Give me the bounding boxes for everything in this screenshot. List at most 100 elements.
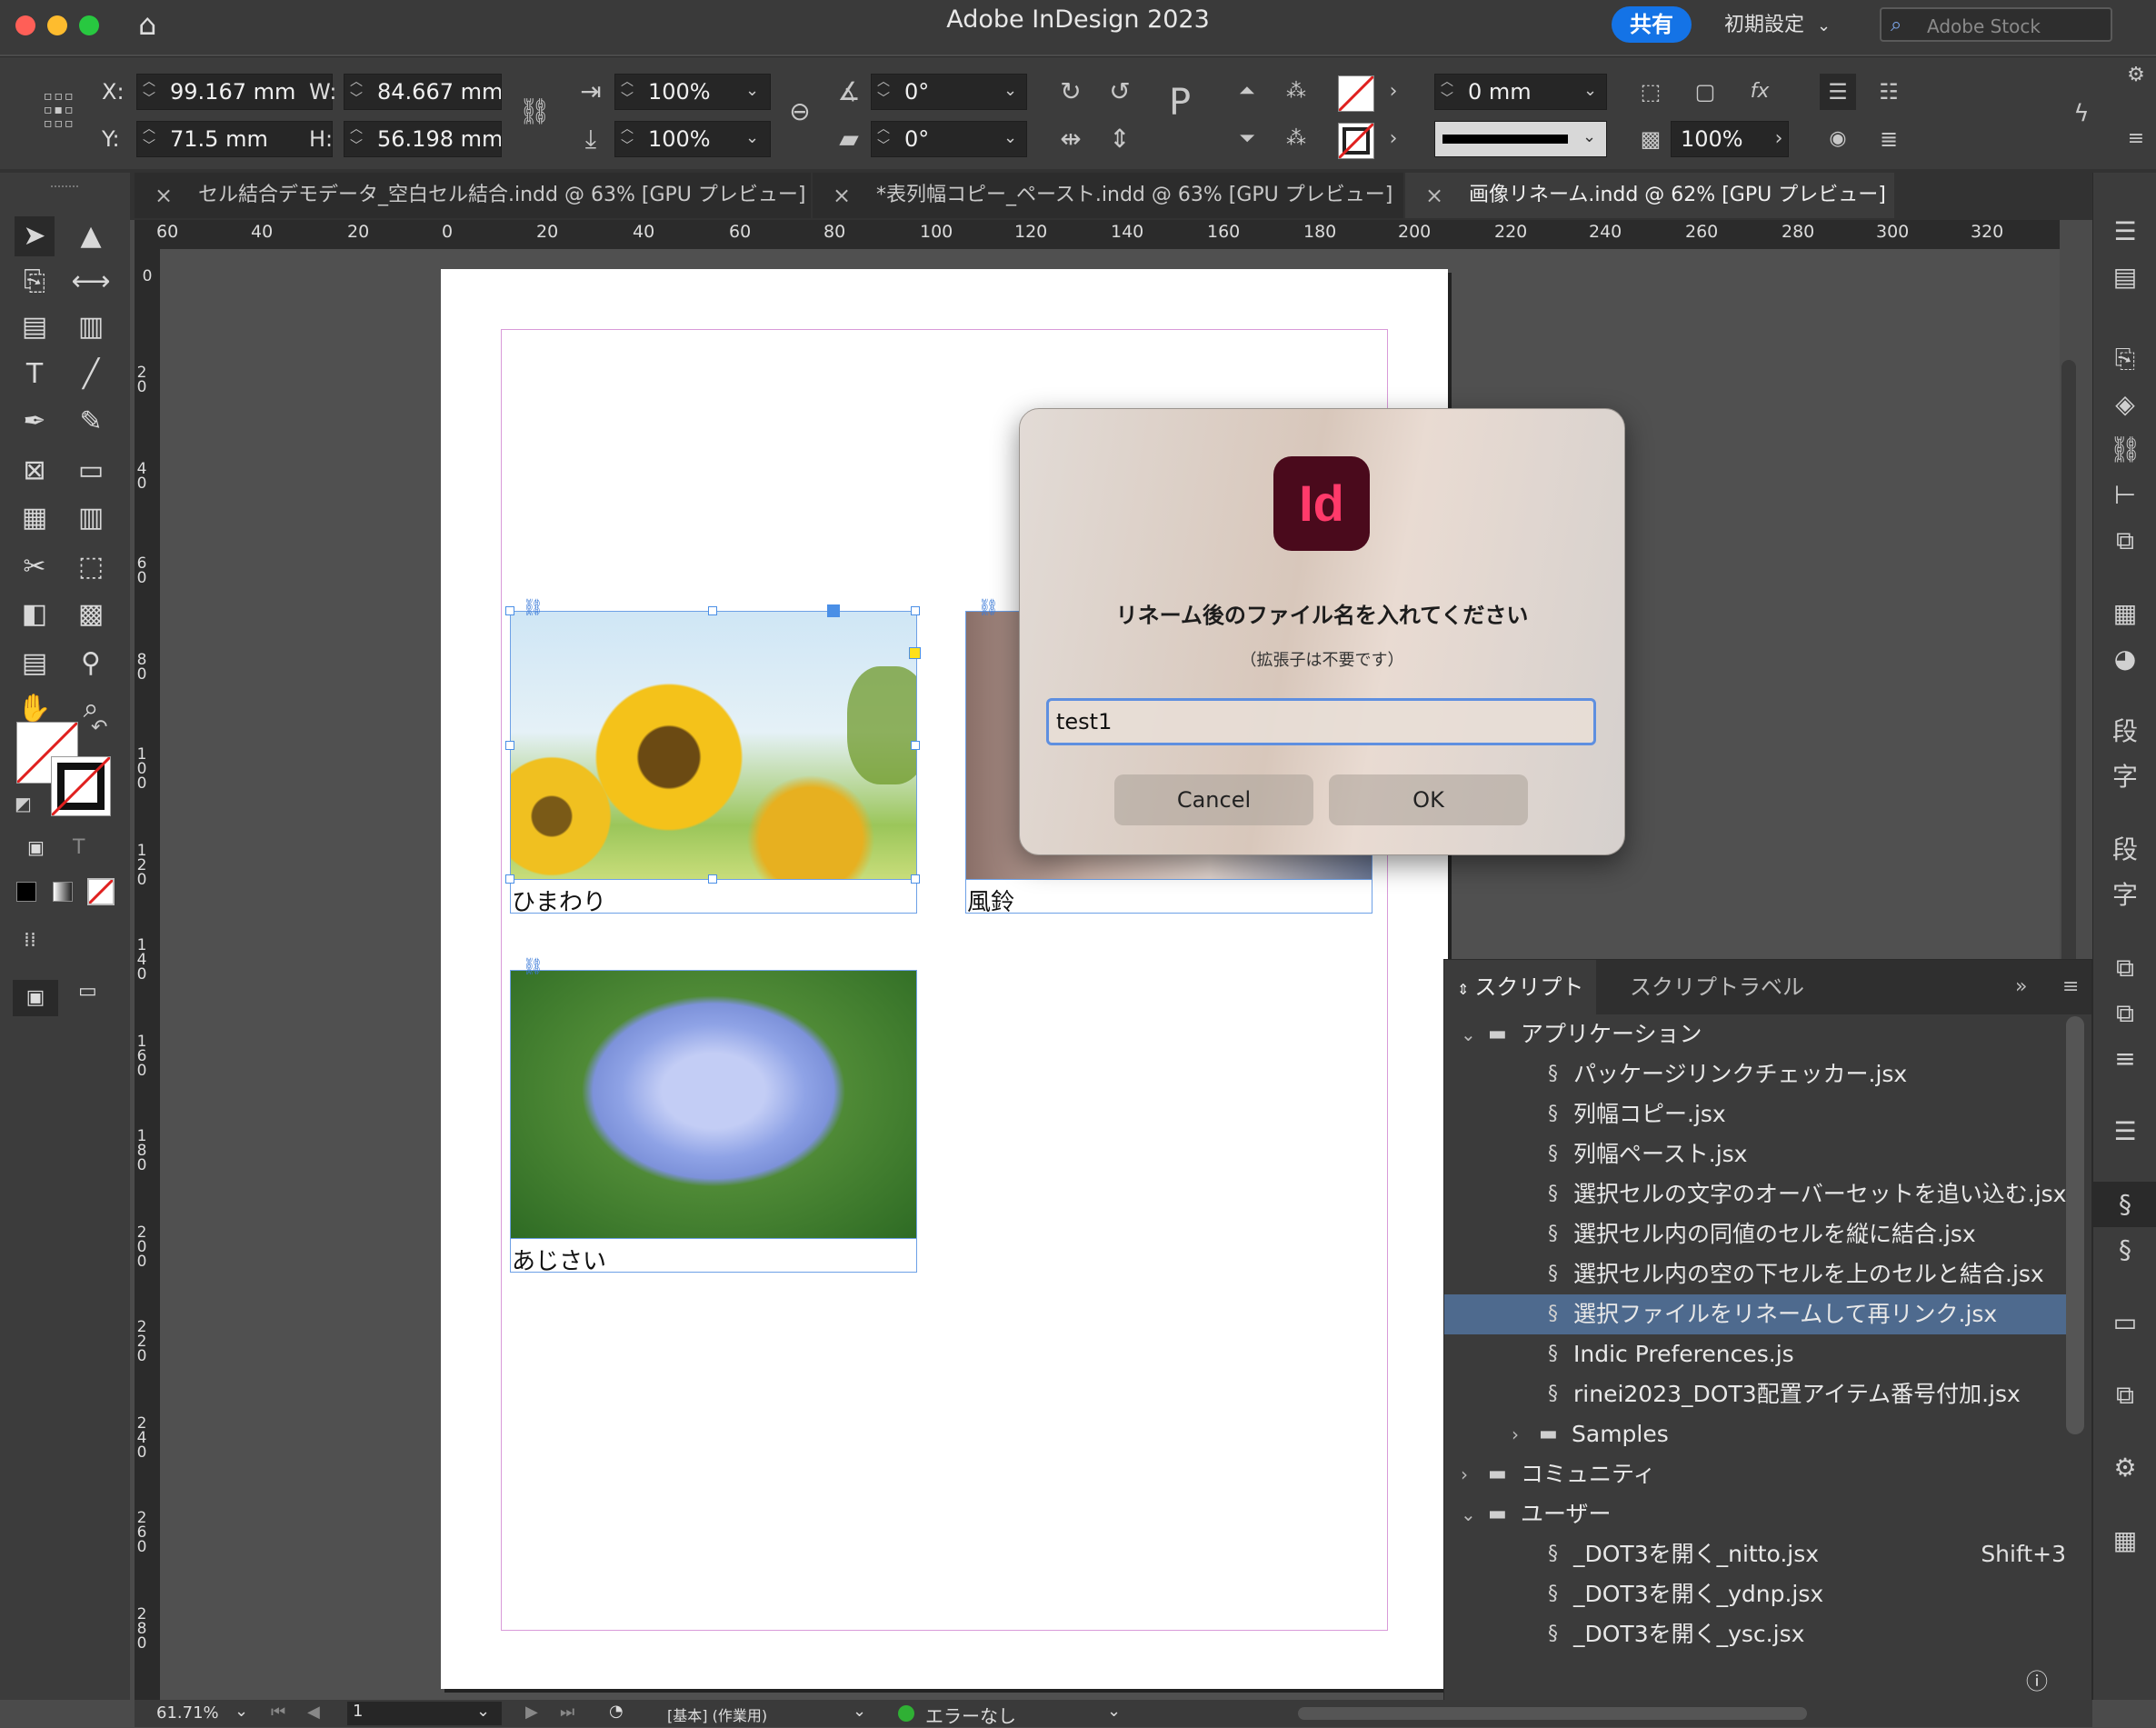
chevron-right-icon[interactable]: › [1380, 121, 1407, 157]
stroke-icon[interactable]: ≡ [2093, 1036, 2156, 1082]
script-row[interactable]: § Indic Preferences.js [1444, 1334, 2066, 1374]
link-icon[interactable]: ⛓ [978, 598, 999, 617]
preflight-profile-icon[interactable]: ◔ [609, 1702, 624, 1721]
character-styles-icon[interactable]: 字 [2093, 754, 2156, 800]
y-field[interactable]: 71.5 mm [136, 121, 333, 157]
distribute-space-icon[interactable]: ⁂ [1278, 121, 1314, 157]
quick-actions-icon[interactable]: ϟ [2063, 95, 2100, 132]
drop-shadow-icon[interactable]: ▢ [1687, 74, 1723, 110]
distribute-horizontal-icon[interactable]: ⁂ [1278, 74, 1314, 110]
distribute-vertical-icon[interactable]: ⏷ [1229, 121, 1265, 157]
chevron-down-icon[interactable]: ⌄ [1583, 81, 1597, 100]
chevron-down-icon[interactable]: ⌄ [853, 1702, 866, 1721]
script-row[interactable]: § _DOT3を開く_ysc.jsx [1444, 1614, 2066, 1654]
content-collector-icon[interactable]: ▤ [15, 307, 55, 347]
link-icon[interactable]: ⛓ [523, 598, 544, 617]
table-tool-icon[interactable]: ▦ [15, 498, 55, 538]
chevron-down-icon[interactable]: ⌄ [1003, 128, 1017, 147]
chevron-down-icon[interactable]: ⌄ [1461, 1494, 1476, 1534]
cancel-button[interactable]: Cancel [1114, 774, 1313, 825]
close-icon[interactable]: × [155, 173, 173, 218]
chevron-down-icon[interactable]: ⌄ [745, 81, 759, 100]
filename-input[interactable]: test1 [1046, 698, 1596, 745]
stroke-none-swatch[interactable] [50, 755, 112, 817]
chevron-right-icon[interactable]: › [1512, 1414, 1519, 1454]
eyedropper-tool-icon[interactable]: ⚲ [71, 644, 111, 684]
preflight-status[interactable]: エラーなし [925, 1702, 1016, 1728]
selection-tool-icon[interactable]: ➤ [15, 216, 55, 256]
page-tool-icon[interactable]: ⎘ [15, 262, 55, 302]
paragraph-icon[interactable]: 段 [2093, 827, 2156, 873]
selection-handle[interactable] [911, 874, 920, 884]
next-page-icon[interactable]: ▶ [525, 1703, 538, 1722]
workspace-switcher[interactable]: 初期設定 ⌄ [1724, 9, 1847, 42]
chevron-right-icon[interactable]: › [1765, 121, 1792, 157]
script-row[interactable]: § パッケージリンクチェッカー.jsx [1444, 1054, 2066, 1094]
pathfinder-icon[interactable]: ⧉ [2093, 518, 2156, 564]
stroke-swatch[interactable] [1337, 122, 1375, 160]
script-row[interactable]: § 列幅コピー.jsx [1444, 1094, 2066, 1134]
panel-menu-icon[interactable]: ≡ [2062, 960, 2079, 1014]
default-fill-stroke-icon[interactable]: ◩ [15, 793, 32, 814]
cc-libraries-icon[interactable]: ▤ [2093, 255, 2156, 300]
grid-tool-icon[interactable]: ▥ [71, 498, 111, 538]
selection-handle[interactable] [708, 874, 717, 884]
script-row[interactable]: § rinei2023_DOT3配置アイテム番号付加.jsx [1444, 1374, 2066, 1414]
dashes-icon[interactable]: ⁞⁞ [24, 929, 36, 952]
script-row[interactable]: § 選択セル内の同値のセルを縦に結合.jsx [1444, 1214, 2066, 1254]
screen-mode-icon[interactable]: ▭ [78, 980, 97, 1003]
swap-fill-stroke-icon[interactable]: ↶ [91, 716, 107, 739]
wrap-jump-icon[interactable]: ≣ [1871, 121, 1907, 157]
toolbox-grip[interactable] [51, 185, 78, 191]
previous-page-icon[interactable]: ◀ [307, 1703, 320, 1722]
constrain-proportions-icon[interactable]: ⛓ [516, 94, 553, 130]
distribute-top-icon[interactable]: ⏶ [1229, 74, 1265, 110]
chevron-down-icon[interactable]: ⌄ [476, 1702, 490, 1721]
sunflower-image[interactable] [510, 611, 917, 880]
rotate-clockwise-icon[interactable]: ↻ [1053, 74, 1089, 110]
caption-hydrangea[interactable]: あじさい [512, 1243, 606, 1276]
tab-column-width-copy[interactable]: × *表列幅コピー_ペースト.indd @ 63% [GPU プレビュー] [813, 173, 1403, 218]
comments-icon[interactable]: ▭ [2093, 1300, 2156, 1345]
horizontal-scrollbar[interactable] [1298, 1707, 1807, 1720]
panel-expand-icon[interactable]: » [2015, 960, 2027, 1014]
script-row[interactable]: § _DOT3を開く_ydnp.jsx [1444, 1574, 2066, 1614]
tab-image-rename[interactable]: × 画像リネーム.indd @ 62% [GPU プレビュー] [1405, 173, 1894, 218]
rectangle-tool-icon[interactable]: ▭ [71, 451, 111, 491]
menu-icon[interactable]: ≡ [2118, 121, 2154, 157]
corner-option-handle[interactable] [909, 647, 921, 659]
swatches-icon[interactable]: ▦ [2093, 591, 2156, 636]
reference-point-icon[interactable]: ▫▫▫ ▫▪▫ ▫▫▫ [44, 90, 91, 137]
gradient-swatch-tool-icon[interactable]: ◧ [15, 594, 55, 634]
tags-icon[interactable]: ⧉ [2093, 1373, 2156, 1418]
chevron-right-icon[interactable]: › [1461, 1454, 1468, 1494]
text-wrap-icon[interactable]: ☰ [2093, 1109, 2156, 1154]
scripts-icon[interactable]: § [2093, 1182, 2156, 1227]
master-style[interactable]: [基本] (作業用) [667, 1703, 767, 1725]
selection-handle[interactable] [505, 741, 514, 750]
scale-y-stepper-icon[interactable]: ︿ ﹀ [616, 121, 638, 157]
pencil-tool-icon[interactable]: ✎ [71, 402, 111, 442]
align-icon[interactable]: ⊢ [2093, 473, 2156, 518]
script-row[interactable]: § _DOT3を開く_nitto.jsx Shift+3 [1444, 1534, 2066, 1574]
hydrangea-image[interactable] [510, 970, 917, 1239]
gap-tool-icon[interactable]: ⟷ [71, 262, 111, 302]
rotate-counterclockwise-icon[interactable]: ↺ [1102, 74, 1138, 110]
script-row[interactable]: § 選択ファイルをリネームして再リンク.jsx [1444, 1294, 2066, 1334]
direct-selection-tool-icon[interactable]: ▲ [71, 216, 111, 256]
chevron-right-icon[interactable]: › [1380, 74, 1407, 110]
selection-handle[interactable] [505, 874, 514, 884]
script-row[interactable]: § 選択セルの文字のオーバーセットを追い込む.jsx [1444, 1174, 2066, 1214]
reference-point-p-icon[interactable]: P [1153, 85, 1207, 121]
apply-gradient-icon[interactable] [53, 882, 73, 902]
script-folder-row[interactable]: ⌄ ▬ ユーザー [1444, 1494, 2066, 1534]
stroke-weight-field[interactable]: 0 mm [1434, 74, 1607, 110]
adobe-stock-search[interactable]: ⌕ Adobe Stock [1880, 7, 2112, 42]
content-placer-icon[interactable]: ▥ [71, 307, 111, 347]
w-field[interactable]: 84.667 mm [344, 74, 502, 110]
wrap-around-icon[interactable]: ☷ [1871, 74, 1907, 110]
y-stepper-icon[interactable]: ︿ ﹀ [138, 121, 160, 157]
scale-x-stepper-icon[interactable]: ︿ ﹀ [616, 74, 638, 110]
cell-styles-icon[interactable]: ⧉ [2093, 991, 2156, 1036]
link-scale-icon[interactable]: ⊖ [782, 94, 818, 130]
